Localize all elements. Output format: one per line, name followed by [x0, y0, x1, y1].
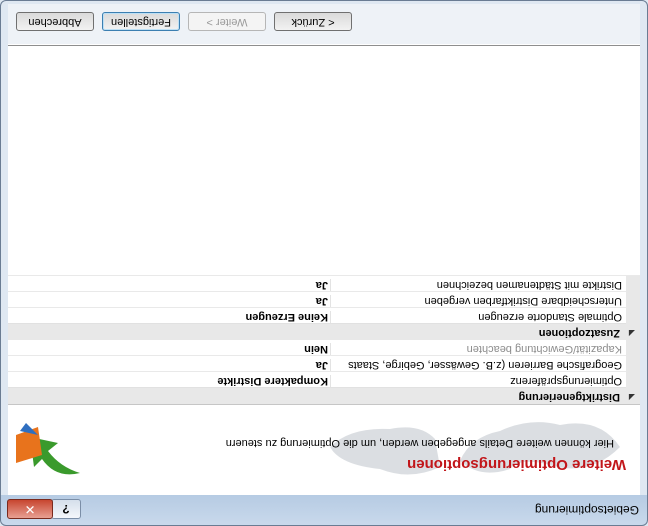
wizard-header: Weitere Optimierungsoptionen Hier können… [8, 404, 640, 495]
property-value[interactable]: Ja [8, 359, 331, 371]
page-subtitle: Hier können weitere Details angegeben we… [225, 437, 614, 449]
window-title: Gebietsoptimierung [534, 503, 639, 517]
property-row[interactable]: Unterscheidbare Distriktfarben vergeben … [8, 291, 640, 308]
collapse-icon[interactable]: ◢ [629, 393, 635, 402]
property-row[interactable]: Geografische Barrieren (z.B. Gewässer, G… [8, 355, 640, 372]
property-row[interactable]: Distrikte mit Städtenamen bezeichnen Ja [8, 275, 640, 292]
row-gutter [626, 372, 640, 388]
property-name: Optimierungspräferenz [510, 375, 622, 387]
category-label: Distriktgenerierung [518, 391, 620, 403]
category-zusatzoptionen[interactable]: ◢ Zusatzoptionen [8, 323, 640, 340]
property-row[interactable]: Kapazität/Gewichtung beachten Nein [8, 339, 640, 356]
row-gutter [626, 308, 640, 324]
arrow-logo-icon [16, 423, 80, 475]
property-value[interactable]: Keine Erzeugen [8, 311, 331, 323]
help-icon: ? [62, 502, 70, 516]
property-name: Geografische Barrieren (z.B. Gewässer, G… [348, 359, 622, 371]
close-icon: ✕ [24, 502, 36, 517]
title-bar[interactable]: Gebietsoptimierung ? ✕ [1, 495, 647, 525]
category-distriktgenerierung[interactable]: ◢ Distriktgenerierung [8, 387, 640, 404]
property-value[interactable]: Ja [8, 279, 331, 291]
row-gutter [626, 340, 640, 356]
back-button[interactable]: < Zurück [274, 12, 352, 31]
cancel-button[interactable]: Abbrechen [16, 12, 94, 31]
next-button[interactable]: Weiter > [188, 12, 266, 31]
row-gutter [626, 292, 640, 308]
wizard-dialog: Gebietsoptimierung ? ✕ Weitere Optimieru… [0, 0, 648, 526]
property-row[interactable]: Optimierungspräferenz Kompaktere Distrik… [8, 371, 640, 388]
page-title: Weitere Optimierungsoptionen [407, 456, 626, 473]
property-value[interactable]: Kompaktere Distrikte [8, 375, 331, 387]
close-button[interactable]: ✕ [7, 499, 53, 519]
property-name: Distrikte mit Städtenamen bezeichnen [436, 279, 622, 291]
property-value[interactable]: Ja [8, 295, 331, 307]
property-grid[interactable]: ◢ Distriktgenerierung Optimierungspräfer… [8, 45, 640, 404]
collapse-icon[interactable]: ◢ [629, 329, 635, 338]
property-name: Kapazität/Gewichtung beachten [466, 343, 622, 355]
property-name: Optimale Standorte erzeugen [478, 311, 622, 323]
button-bar: < Zurück Weiter > Fertigstellen Abbreche… [8, 4, 640, 45]
row-gutter [626, 276, 640, 292]
property-name: Unterscheidbare Distriktfarben vergeben [424, 295, 623, 307]
row-gutter [626, 356, 640, 372]
help-button[interactable]: ? [51, 499, 81, 519]
property-value[interactable]: Nein [8, 343, 331, 355]
property-row[interactable]: Optimale Standorte erzeugen Keine Erzeug… [8, 307, 640, 324]
finish-button[interactable]: Fertigstellen [102, 12, 180, 31]
category-label: Zusatzoptionen [538, 327, 620, 339]
